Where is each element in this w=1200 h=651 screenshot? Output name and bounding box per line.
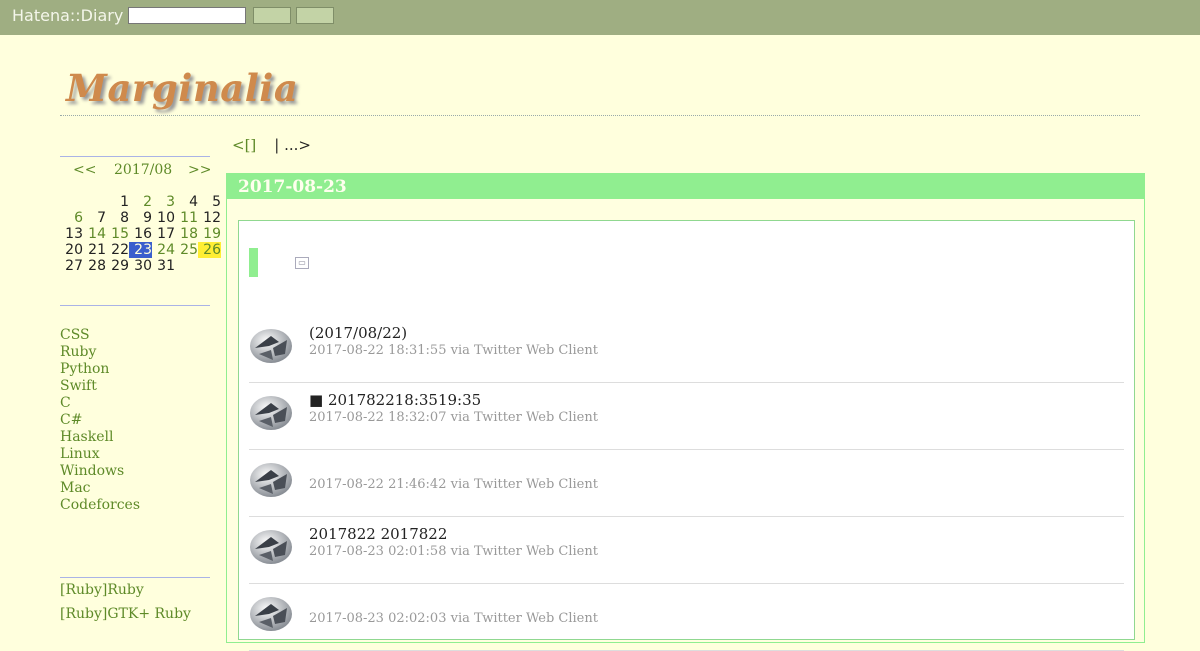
calendar-month-link[interactable]: 2017/08 [114, 162, 172, 178]
category-link[interactable]: Mac [60, 480, 140, 497]
site-title[interactable]: Marginalia [66, 66, 298, 110]
category-link[interactable]: C [60, 395, 140, 412]
top-bar: Hatena::Diary [0, 0, 1200, 35]
calendar-day: 1 [120, 194, 129, 210]
tweet-meta[interactable]: 2017-08-22 18:31:55 via Twitter Web Clie… [309, 343, 598, 358]
category-link[interactable]: Codeforces [60, 497, 140, 514]
calendar-day: 27 [65, 258, 83, 274]
brand-link[interactable]: Hatena::Diary [12, 6, 123, 25]
blog-search-button[interactable] [296, 7, 334, 24]
calendar-day[interactable]: 14 [83, 226, 106, 242]
tweet-meta[interactable]: 2017-08-22 18:32:07 via Twitter Web Clie… [309, 410, 598, 425]
calendar-blank [83, 194, 106, 210]
section: ▭ (2017/08/22) 2017-08-22 18:31:55 via Tw… [238, 220, 1135, 651]
tweet-item: 2017822 2017822 2017-08-23 02:01:58 via T… [249, 517, 1124, 584]
calendar-day[interactable]: 26 [198, 242, 221, 258]
category-link[interactable]: CSS [60, 327, 140, 344]
category-link[interactable]: C# [60, 412, 140, 429]
tweet-meta[interactable]: 2017-08-23 02:01:58 via Twitter Web Clie… [309, 544, 598, 559]
category-link[interactable]: Linux [60, 446, 140, 463]
calendar-day: 20 [65, 242, 83, 258]
tweet-item: 2017-08-23 02:02:03 via Twitter Web Clie… [249, 584, 1124, 651]
broken-image-icon: ▭ [295, 257, 309, 269]
tweet-text: 2017822 2017822 [309, 525, 448, 543]
section-marker [249, 248, 258, 277]
sidebar-divider [60, 305, 210, 306]
day-date-link[interactable]: 2017-08-23 [238, 177, 347, 197]
calendar-day[interactable]: 19 [198, 226, 221, 242]
calendar-day: 8 [120, 210, 129, 226]
calendar-day: 17 [157, 226, 175, 242]
category-link[interactable]: Haskell [60, 429, 140, 446]
calendar-day: 28 [88, 258, 106, 274]
calendar-day[interactable]: 3 [152, 194, 175, 210]
title-divider [60, 115, 1140, 116]
twitter-avatar-icon[interactable] [249, 594, 293, 632]
calendar-day: 4 [189, 194, 198, 210]
calendar-day: 31 [157, 258, 175, 274]
calendar-day: 30 [134, 258, 152, 274]
tweet-text: ■ 201782218:3519:35 [309, 391, 482, 409]
calendar-day: 16 [134, 226, 152, 242]
calendar-day[interactable]: 15 [106, 226, 129, 242]
day-header: 2017-08-23 [227, 174, 1144, 199]
day-entry: 2017-08-23 ▭ (2017/08/22) 2017-08-22 18:3… [226, 173, 1145, 651]
recent-entry-link[interactable]: [Ruby]Ruby [60, 582, 144, 598]
calendar-day: 21 [88, 242, 106, 258]
calendar-day: 12 [203, 210, 221, 226]
twitter-avatar-icon[interactable] [249, 527, 293, 565]
category-link[interactable]: Windows [60, 463, 140, 480]
pager: <[] | ...> [232, 136, 311, 154]
tweet-item: (2017/08/22) 2017-08-22 18:31:55 via Twit… [249, 316, 1124, 383]
calendar-day[interactable]: 18 [175, 226, 198, 242]
calendar-day[interactable]: 24 [152, 242, 175, 258]
calendar-day[interactable]: 6 [60, 210, 83, 226]
calendar-next-link[interactable]: >> [188, 162, 211, 178]
twitter-avatar-icon[interactable] [249, 326, 293, 364]
calendar-day[interactable]: 25 [175, 242, 198, 258]
calendar-day: 29 [111, 258, 129, 274]
calendar-day: 23 [129, 242, 152, 258]
calendar-prev-link[interactable]: << [73, 162, 96, 178]
calendar-day: 22 [111, 242, 129, 258]
tweet-item: ■ 201782218:3519:35 2017-08-22 18:32:07 v… [249, 383, 1124, 450]
category-link[interactable]: Python [60, 361, 140, 378]
calendar-day: 9 [143, 210, 152, 226]
twitter-avatar-icon[interactable] [249, 393, 293, 431]
calendar-day: 10 [157, 210, 175, 226]
prev-day-link[interactable]: <[] [232, 136, 256, 154]
calendar: 1 2 3 4 5 6 7 8 9 10 11 12 13 14 15 16 17 18 19 20 21 22 23 24 2… [60, 194, 221, 274]
tweet-meta[interactable]: 2017-08-22 21:46:42 via Twitter Web Clie… [309, 477, 598, 492]
category-list: CSS Ruby Python Swift C C# Haskell Linux Windows… [60, 327, 140, 514]
tweet-text: (2017/08/22) [309, 324, 408, 342]
search-button[interactable] [253, 7, 291, 24]
recent-entry-link[interactable]: [Ruby]GTK+ Ruby [60, 606, 191, 622]
calendar-day: 13 [65, 226, 83, 242]
search-input[interactable] [128, 7, 246, 24]
next-day-link[interactable]: | ...> [274, 136, 311, 154]
tweet-meta[interactable]: 2017-08-23 02:02:03 via Twitter Web Clie… [309, 611, 598, 626]
category-link[interactable]: Swift [60, 378, 140, 395]
sidebar-divider [60, 156, 210, 157]
calendar-day[interactable]: 11 [175, 210, 198, 226]
category-link[interactable]: Ruby [60, 344, 140, 361]
calendar-day: 5 [212, 194, 221, 210]
calendar-blank [60, 194, 83, 210]
calendar-day: 7 [97, 210, 106, 226]
sidebar-divider [60, 577, 210, 578]
tweet-item: 2017-08-22 21:46:42 via Twitter Web Clie… [249, 450, 1124, 517]
calendar-day[interactable]: 2 [129, 194, 152, 210]
twitter-avatar-icon[interactable] [249, 460, 293, 498]
